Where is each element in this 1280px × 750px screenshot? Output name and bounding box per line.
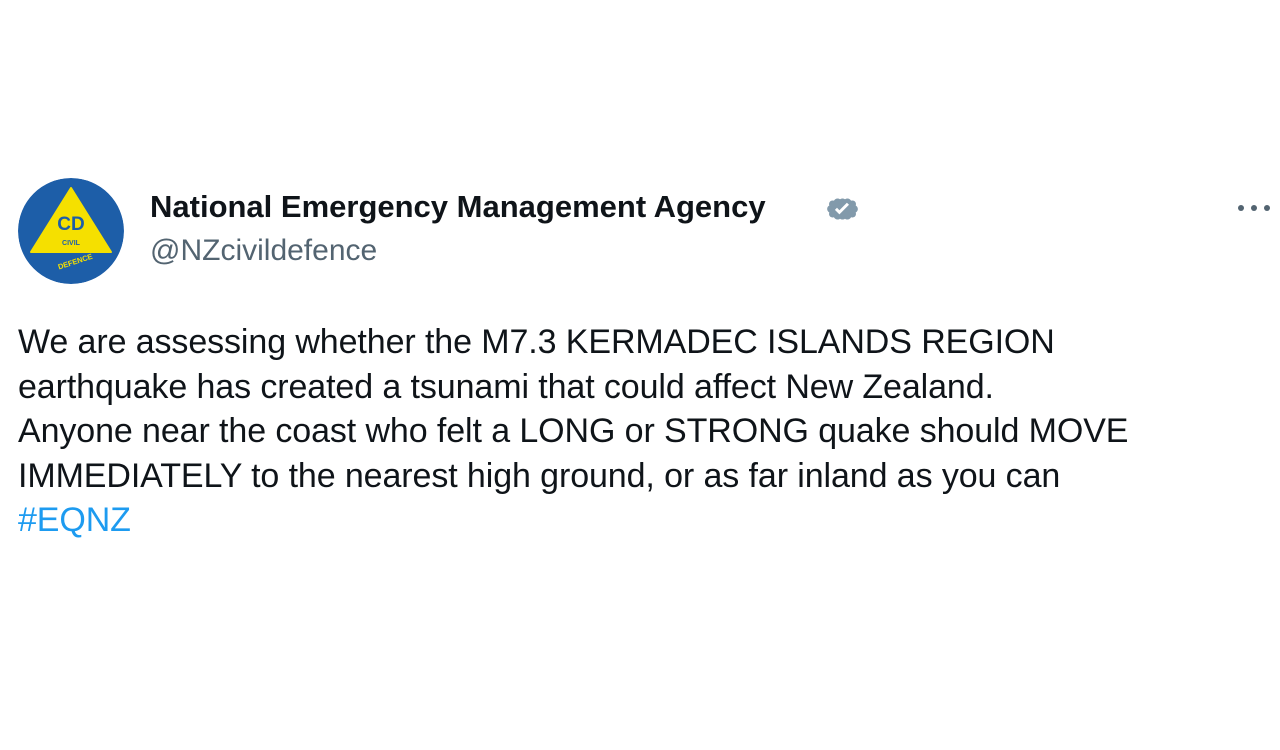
avatar-monogram: CD — [57, 214, 84, 235]
hashtag-link[interactable]: #EQNZ — [18, 501, 131, 539]
author-handle[interactable]: @NZcivildefence — [150, 232, 377, 270]
tweet-card: CD CIVIL DEFENCE National Emergency Mana… — [0, 0, 1280, 750]
more-options-button[interactable] — [1232, 190, 1276, 226]
avatar[interactable]: CD CIVIL DEFENCE — [18, 178, 124, 284]
verified-badge-icon[interactable] — [825, 191, 861, 227]
tweet-text-line: IMMEDIATELY to the nearest high ground, … — [18, 456, 1061, 495]
tweet-text-line: We are assessing whether the M7.3 KERMAD… — [18, 323, 1055, 361]
avatar-ring-text-top: CIVIL — [62, 240, 81, 247]
civil-defence-logo-icon: CD CIVIL DEFENCE — [18, 178, 124, 284]
tweet-text-line: Anyone near the coast who felt a LONG or… — [18, 412, 1129, 450]
more-horizontal-icon — [1238, 205, 1270, 211]
tweet-text: We are assessing whether the M7.3 KERMAD… — [18, 320, 1273, 543]
tweet-text-line: earthquake has created a tsunami that co… — [18, 367, 994, 406]
author-name[interactable]: National Emergency Management Agency — [150, 188, 766, 226]
